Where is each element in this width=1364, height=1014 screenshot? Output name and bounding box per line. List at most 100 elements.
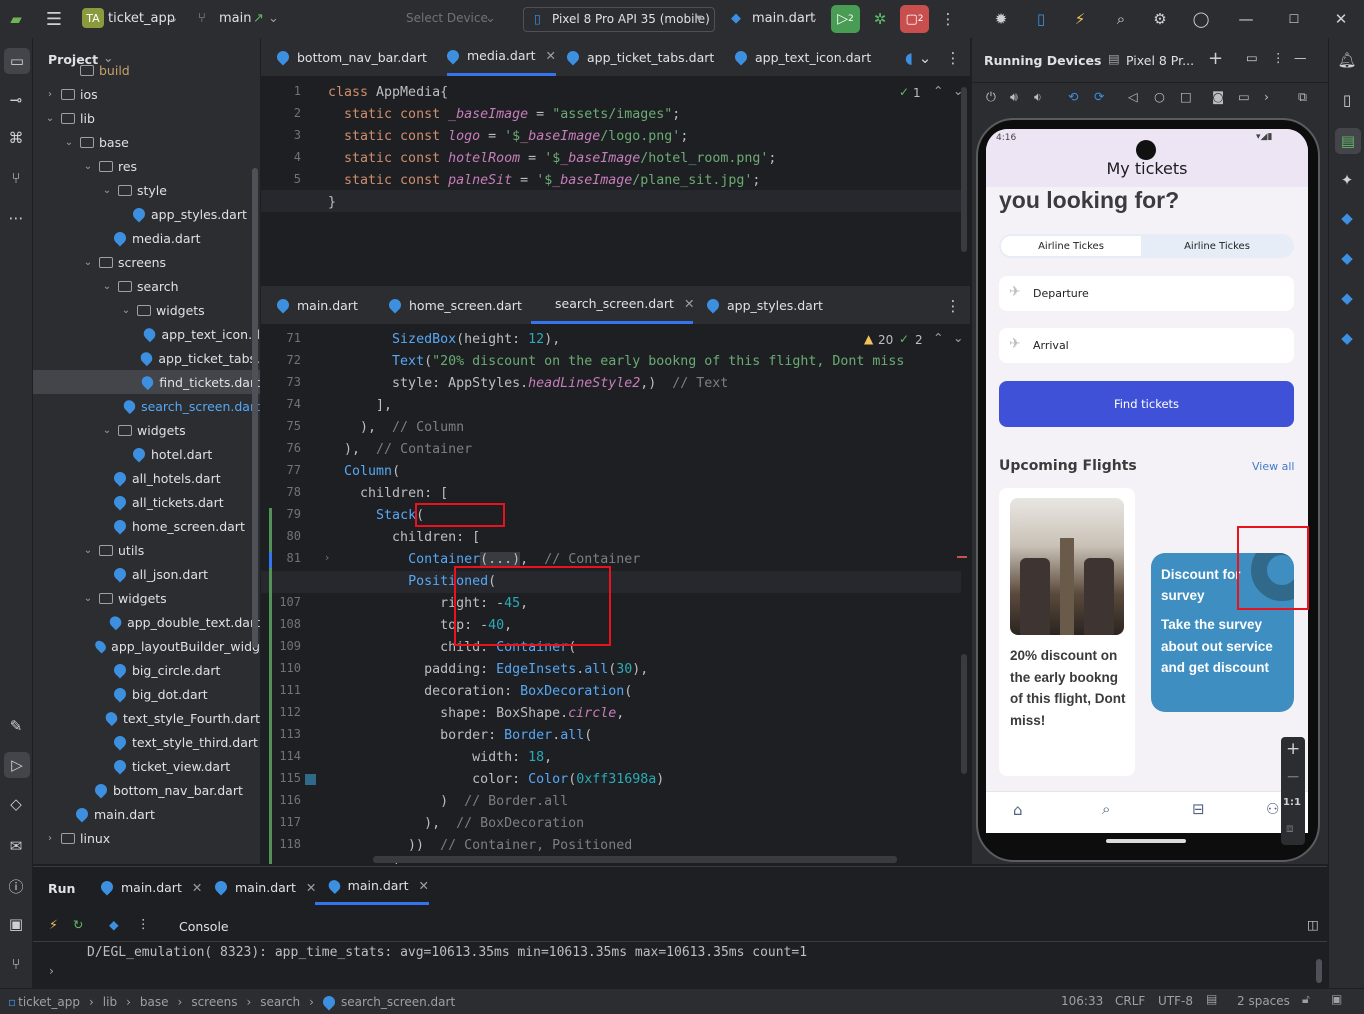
check-icon[interactable]: ✓ <box>899 332 909 346</box>
pull-requests-icon[interactable]: ⑂ <box>4 166 28 190</box>
run-more-icon[interactable]: ⋮ <box>137 916 150 931</box>
tab-app-ticket-tabs[interactable]: app_ticket_tabs.dart <box>564 38 714 76</box>
run-tab-3[interactable]: main.dart ✕ <box>315 869 429 905</box>
find-tickets-button[interactable]: Find tickets <box>999 381 1294 427</box>
nav-ticket-icon[interactable]: ⊟ <box>1192 800 1205 818</box>
gemini-icon[interactable]: ✦ <box>1335 168 1359 192</box>
layout-icon[interactable]: ▭ <box>1246 50 1258 65</box>
expand-chevron-icon[interactable]: ⌄ <box>81 257 95 268</box>
expand-chevron-icon[interactable]: ⌄ <box>100 185 114 196</box>
tree-item[interactable]: home_screen.dart <box>33 514 260 538</box>
tree-item[interactable]: ⌄ screens <box>33 250 260 274</box>
devtools-icon[interactable]: ◆ <box>109 917 119 932</box>
expand-chevron-icon[interactable]: ⌄ <box>100 425 114 436</box>
bottom-editor[interactable]: 7172737475767778798081106107108109110111… <box>261 324 970 864</box>
view-all-link[interactable]: View all <box>1252 460 1294 473</box>
tab-home-screen[interactable]: home_screen.dart <box>386 286 522 324</box>
branch-chevron-icon[interactable]: ⌄ <box>268 11 279 26</box>
top-editor-scrollbar[interactable] <box>961 87 967 252</box>
bottom-editor-vscrollbar[interactable] <box>961 654 967 774</box>
tree-item[interactable]: all_tickets.dart <box>33 490 260 514</box>
tab-media[interactable]: media.dart ✕ <box>444 38 557 76</box>
build-tool-icon[interactable]: ✎ <box>4 714 28 738</box>
vcs-icon[interactable]: ⑂ <box>4 952 28 976</box>
rotate-right-icon[interactable]: ⟳ <box>1094 89 1104 104</box>
device-tab[interactable]: Pixel 8 Pr... <box>1126 53 1194 68</box>
home-icon[interactable]: ○ <box>1154 89 1165 104</box>
structure-tool-icon[interactable]: ⌘ <box>4 126 28 150</box>
layout-toggle-icon[interactable]: ◫ <box>1307 917 1319 932</box>
minimize-icon[interactable]: — <box>1234 7 1258 31</box>
prev-highlight-icon[interactable]: ⌃ <box>933 83 943 98</box>
indent-setting[interactable]: 2 spaces <box>1237 994 1290 1008</box>
tree-item[interactable]: app_double_text.dart <box>33 610 260 634</box>
device-selector[interactable]: ▯ Pixel 8 Pro API 35 (mobile) ▾ <box>523 7 715 32</box>
select-device[interactable]: Select Device <box>406 11 488 25</box>
run-tool-icon[interactable]: ▷ <box>4 752 30 778</box>
tree-item[interactable]: main.dart <box>33 802 260 826</box>
tree-item[interactable]: big_dot.dart <box>33 682 260 706</box>
panel-more-icon[interactable]: ⋮ <box>1272 50 1285 65</box>
breadcrumb-item[interactable]: ticket_app <box>18 995 80 1009</box>
tree-item[interactable]: build <box>33 58 260 82</box>
device-manager-side-icon[interactable]: ▯ <box>1335 88 1359 112</box>
tree-item[interactable]: ⌄ widgets <box>33 298 260 322</box>
tree-item[interactable]: app_styles.dart <box>33 202 260 226</box>
prev-highlight-icon[interactable]: ⌃ <box>933 330 943 345</box>
stop-button[interactable]: ▢ 2 <box>900 5 929 33</box>
logcat-icon[interactable]: ✉ <box>4 834 28 858</box>
gem-tool-icon[interactable]: ◇ <box>4 792 28 816</box>
tabs-dropdown-icon[interactable]: ⌄ <box>913 46 937 70</box>
console-scrollbar[interactable] <box>1316 959 1322 983</box>
panel-hide-icon[interactable]: — <box>1294 50 1307 65</box>
expand-chevron-icon[interactable]: ⌄ <box>62 137 76 148</box>
toolbar-more-icon[interactable]: › <box>1264 89 1269 104</box>
attach-debugger-icon[interactable]: ✹ <box>989 7 1013 31</box>
run-config-chevron-icon[interactable]: ⌄ <box>808 11 819 26</box>
tab-airline-2[interactable]: Airline Tickes <box>1143 236 1291 256</box>
tree-item[interactable]: app_layoutBuilder_widg <box>33 634 260 658</box>
rotate-left-icon[interactable]: ⟲ <box>1068 89 1078 104</box>
tab-bottom-nav-bar[interactable]: bottom_nav_bar.dart <box>274 38 427 76</box>
color-swatch[interactable] <box>305 774 316 785</box>
tree-item[interactable]: all_hotels.dart <box>33 466 260 490</box>
overview-icon[interactable]: □ <box>1180 89 1192 104</box>
tab-main[interactable]: main.dart <box>274 286 358 324</box>
record-icon[interactable]: ▭ <box>1238 89 1250 104</box>
flutter-devtools-icon[interactable]: ◆ <box>1335 326 1359 350</box>
zoom-actual-size[interactable]: 1:1 <box>1283 797 1301 808</box>
settings-icon[interactable]: ⚙ <box>1148 7 1172 31</box>
tab-search-screen[interactable]: search_screen.dart ✕ <box>531 286 694 324</box>
phone-screen[interactable]: 4:16 ▾◢▮ My tickets you looking for? Air… <box>986 129 1308 833</box>
tree-item[interactable]: ⌄ search <box>33 274 260 298</box>
close-icon[interactable]: ✕ <box>1329 7 1353 31</box>
device-manager-icon[interactable]: ▯ <box>1029 7 1053 31</box>
branch-selector[interactable]: main <box>219 11 251 26</box>
breadcrumb-item[interactable]: search_screen.dart <box>341 995 455 1009</box>
expand-chevron-icon[interactable]: ⌄ <box>81 593 95 604</box>
tree-item[interactable]: big_circle.dart <box>33 658 260 682</box>
power-icon[interactable]: ⏻ <box>986 89 996 105</box>
tab-airline-1[interactable]: Airline Tickes <box>1001 236 1141 256</box>
tree-item[interactable]: text_style_third.dart <box>33 730 260 754</box>
back-icon[interactable]: ◁ <box>1128 89 1138 104</box>
nav-search-icon[interactable]: ⌕ <box>1102 800 1110 818</box>
tree-item[interactable]: ⌄ widgets <box>33 418 260 442</box>
console-tab[interactable]: Console <box>179 919 229 934</box>
volume-down-icon[interactable]: 🔉︎ <box>1034 89 1042 105</box>
terminal-icon[interactable]: ▣ <box>4 912 28 936</box>
line-separator[interactable]: CRLF <box>1115 994 1145 1008</box>
tree-item[interactable]: ⌄ res <box>33 154 260 178</box>
breadcrumb-item[interactable]: screens <box>191 995 237 1009</box>
run-tab-2[interactable]: main.dart ✕ <box>212 869 316 905</box>
volume-up-icon[interactable]: 🔊︎ <box>1010 89 1018 105</box>
project-chevron-icon[interactable]: ⌄ <box>168 11 179 26</box>
memory-icon[interactable]: ▣ <box>1331 992 1342 1006</box>
run-config[interactable]: main.dart <box>752 11 815 26</box>
editorconfig-icon[interactable]: ▤ <box>1206 992 1217 1006</box>
project-scrollbar[interactable] <box>252 168 258 648</box>
search-icon[interactable]: ⌕ <box>1109 7 1133 31</box>
flutter-outline-icon[interactable]: ◆ <box>1335 246 1359 270</box>
add-device-icon[interactable]: + <box>1208 48 1223 69</box>
expand-chevron-icon[interactable]: ⌄ <box>119 305 133 316</box>
